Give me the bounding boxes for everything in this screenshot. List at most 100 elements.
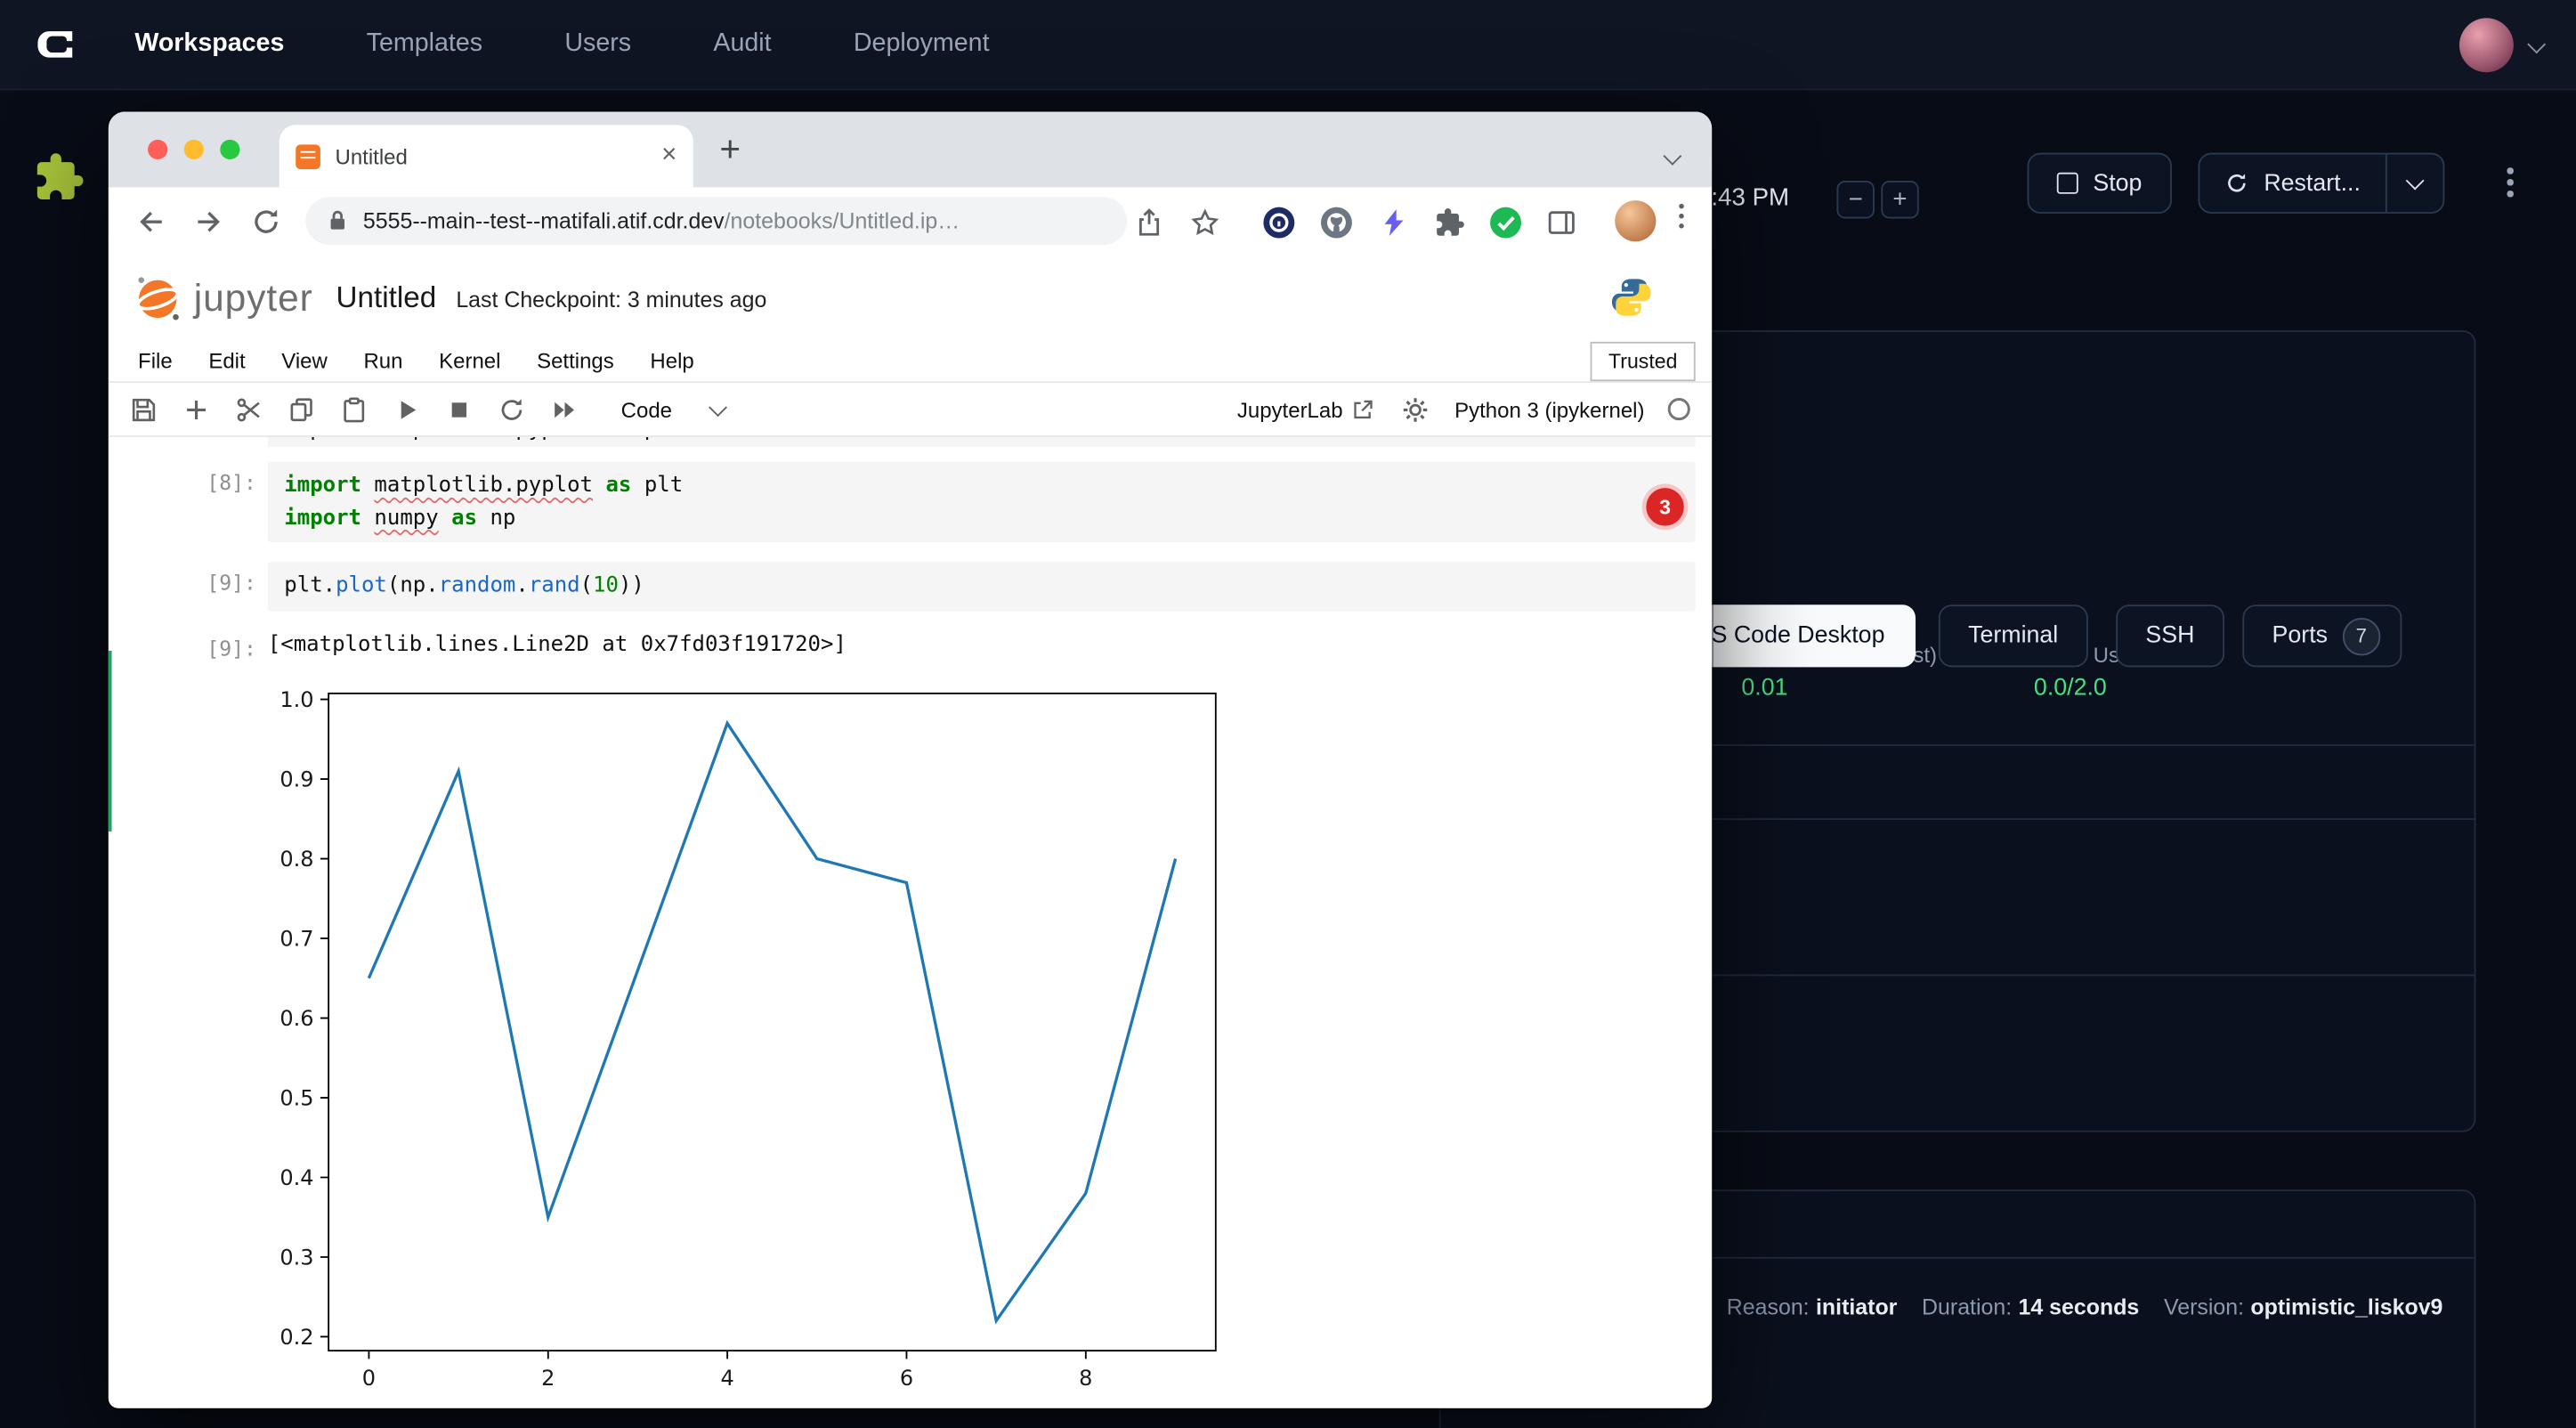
chevron-down-icon: [709, 397, 727, 416]
jupyter-menubar: File Edit View Run Kernel Settings Help …: [109, 340, 1712, 383]
trusted-button[interactable]: Trusted: [1591, 342, 1696, 381]
copy-cell-icon[interactable]: [282, 391, 319, 427]
jupyterlab-link[interactable]: JupyterLab: [1237, 397, 1376, 422]
input-prompt: [9]:: [158, 570, 256, 595]
save-icon[interactable]: [125, 391, 161, 427]
address-bar[interactable]: 5555--main--test--matifali.atif.cdr.dev/…: [305, 197, 1127, 245]
green-extension-icon[interactable]: [1485, 202, 1524, 241]
share-icon[interactable]: [1129, 202, 1168, 241]
menu-edit[interactable]: Edit: [190, 348, 263, 373]
browser-window: Untitled × +: [109, 112, 1712, 1408]
interrupt-kernel-icon[interactable]: [441, 391, 477, 427]
svg-text:6: 6: [900, 1366, 913, 1391]
password-manager-extension-icon[interactable]: [1259, 202, 1298, 241]
kernel-status-icon: [1666, 396, 1693, 423]
coder-logo-icon[interactable]: [33, 21, 79, 68]
menu-file[interactable]: File: [120, 348, 190, 373]
ssl-lock-icon: [327, 208, 348, 233]
back-button[interactable]: [132, 202, 171, 241]
browser-profile-avatar[interactable]: [1615, 200, 1656, 241]
paste-cell-icon[interactable]: [336, 391, 372, 427]
lightning-extension-icon[interactable]: [1373, 202, 1413, 241]
kernel-name[interactable]: Python 3 (ipykernel): [1454, 397, 1644, 422]
close-window-button[interactable]: [148, 140, 167, 159]
collaborator-indicator-line: [109, 651, 112, 832]
collaborator-badge[interactable]: 3: [1646, 488, 1683, 525]
code-cell-input[interactable]: import matplotlib.pyplot as plt import n…: [268, 462, 1696, 542]
browser-menu-kebab[interactable]: [1679, 204, 1684, 229]
svg-text:0.8: 0.8: [279, 847, 313, 872]
svg-text:4: 4: [720, 1366, 733, 1391]
output-prompt: [9]:: [158, 636, 256, 661]
terminal-button[interactable]: Terminal: [1939, 604, 2088, 667]
nav-user-menu[interactable]: [2459, 17, 2543, 71]
restart-icon: [2224, 171, 2249, 196]
menu-run[interactable]: Run: [345, 348, 421, 373]
run-cell-icon[interactable]: [388, 391, 425, 427]
ssh-button[interactable]: SSH: [2116, 604, 2224, 667]
tab-search-chevron-icon[interactable]: [1666, 142, 1680, 171]
minimize-window-button[interactable]: [184, 140, 204, 159]
ports-count-badge: 7: [2343, 617, 2380, 654]
menu-help[interactable]: Help: [632, 348, 712, 373]
menu-kernel[interactable]: Kernel: [421, 348, 519, 373]
restart-kernel-icon[interactable]: [493, 391, 530, 427]
browser-toolbar: 5555--main--test--matifali.atif.cdr.dev/…: [109, 187, 1712, 255]
nav-items: Workspaces Templates Users Audit Deploym…: [134, 29, 989, 59]
nav-item-templates[interactable]: Templates: [367, 29, 482, 59]
svg-text:0.9: 0.9: [279, 767, 313, 791]
svg-text:8: 8: [1079, 1366, 1092, 1391]
github-extension-icon[interactable]: [1316, 202, 1355, 241]
svg-text:0.6: 0.6: [279, 1006, 313, 1031]
nav-item-audit[interactable]: Audit: [713, 29, 771, 59]
svg-text:1.0: 1.0: [279, 687, 313, 712]
svg-text:0.3: 0.3: [279, 1245, 313, 1270]
workspace-page: 11:43 PM − + Stop Restart...: [0, 91, 2576, 1428]
bookmark-star-icon[interactable]: [1185, 202, 1224, 241]
add-cell-icon[interactable]: [177, 391, 214, 427]
last-checkpoint: Last Checkpoint: 3 minutes ago: [456, 287, 766, 312]
ports-button[interactable]: Ports 7: [2242, 604, 2402, 667]
browser-tab[interactable]: Untitled ×: [279, 125, 693, 187]
zoom-in-button[interactable]: +: [1881, 181, 1918, 218]
restart-options-button[interactable]: [2386, 154, 2443, 212]
restart-split-button: Restart...: [2198, 153, 2444, 214]
nav-item-users[interactable]: Users: [564, 29, 631, 59]
restart-workspace-button[interactable]: Restart...: [2199, 154, 2385, 212]
extension-puzzle-icon[interactable]: [33, 151, 85, 204]
build-reason: Reason:initiator: [1727, 1294, 1898, 1319]
menu-view[interactable]: View: [263, 348, 345, 373]
stop-icon: [2057, 173, 2078, 194]
restart-run-all-icon[interactable]: [546, 391, 582, 427]
side-panel-icon[interactable]: [1541, 202, 1580, 241]
toolbar-right: JupyterLab Python 3 (ipykernel): [1237, 391, 1692, 427]
cut-cell-icon[interactable]: [230, 391, 266, 427]
maximize-window-button[interactable]: [220, 140, 239, 159]
menu-settings[interactable]: Settings: [519, 348, 632, 373]
zoom-out-button[interactable]: −: [1836, 181, 1874, 218]
user-avatar[interactable]: [2459, 17, 2514, 71]
nav-item-deployment[interactable]: Deployment: [854, 29, 990, 59]
notebook-title[interactable]: Untitled: [336, 280, 437, 315]
tab-close-icon[interactable]: ×: [661, 143, 676, 170]
svg-text:0: 0: [362, 1366, 376, 1391]
code-cell-input[interactable]: plt.plot(np.random.rand(10)): [268, 562, 1696, 610]
jupyter-logo-icon: [132, 272, 184, 324]
new-tab-button[interactable]: +: [719, 128, 741, 171]
nav-item-workspaces[interactable]: Workspaces: [134, 29, 284, 59]
workspace-menu-kebab[interactable]: [2507, 167, 2512, 196]
stop-workspace-button[interactable]: Stop: [2028, 153, 2172, 214]
forward-button[interactable]: [189, 202, 228, 241]
extensions-puzzle-icon[interactable]: [1430, 202, 1469, 241]
cell-type-select[interactable]: Code: [621, 397, 725, 422]
build-duration: Duration:14 seconds: [1922, 1294, 2139, 1319]
clipped-cell-above: import matplotlib.pyplot as plt: [268, 437, 1696, 447]
top-nav: Workspaces Templates Users Audit Deploym…: [0, 0, 2576, 91]
settings-gear-icon[interactable]: [1397, 391, 1434, 427]
reload-button[interactable]: [247, 202, 286, 241]
screen: Workspaces Templates Users Audit Deploym…: [0, 0, 2576, 1428]
build-version: Version:optimistic_liskov9: [2164, 1294, 2442, 1319]
tab-title: Untitled: [336, 143, 662, 168]
svg-text:0.4: 0.4: [279, 1165, 313, 1190]
external-link-icon: [1351, 397, 1376, 422]
